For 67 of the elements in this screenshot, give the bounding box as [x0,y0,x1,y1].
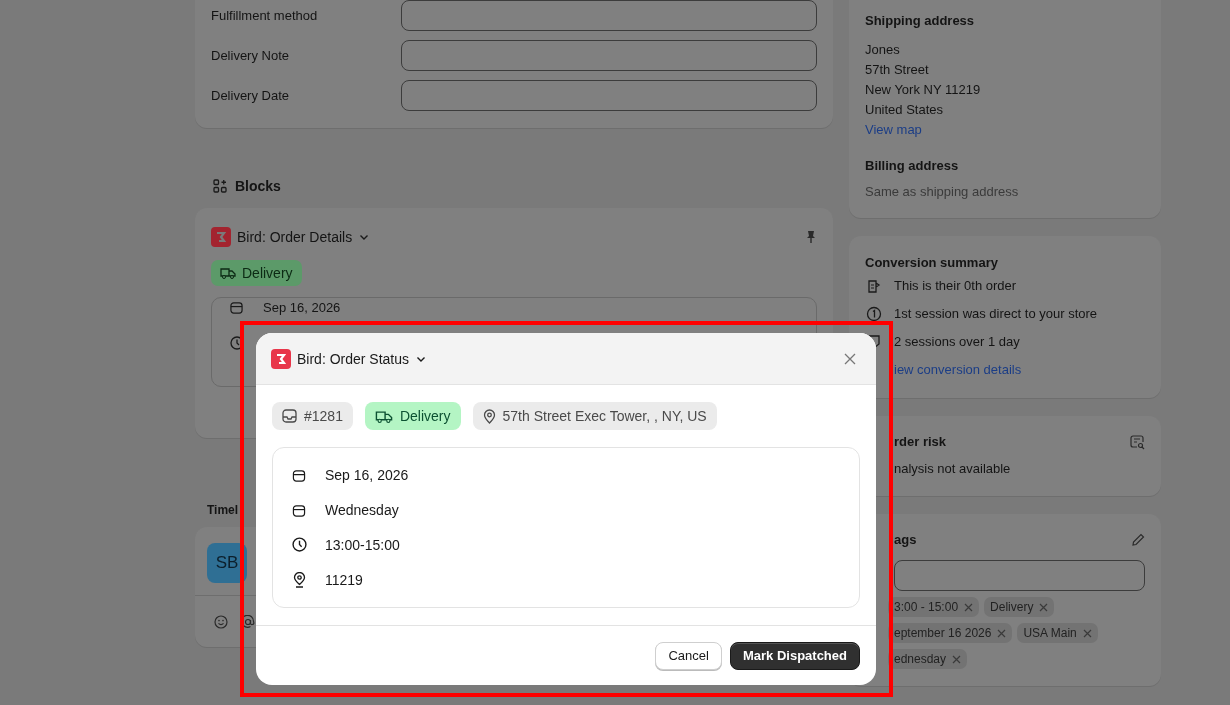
tags-input[interactable] [894,560,1145,591]
detail-text: 11219 [325,571,363,588]
card-heading: Shipping address [865,12,976,30]
detail-text: 13:00-15:00 [325,536,400,553]
tag: ednesday [888,649,968,669]
detail-text: Sep 16, 2026 [325,467,409,484]
remove-icon[interactable] [964,602,974,612]
tag: Delivery [984,597,1055,617]
remove-icon[interactable] [1039,602,1049,612]
order-icon [866,278,882,294]
app-dropdown[interactable]: Bird: Order Status [297,350,410,367]
card-heading: Conversion summary [865,254,999,272]
input-field[interactable] [401,40,817,71]
detail-text: Sep 16, 2026 [263,299,341,315]
inbox-icon [282,409,297,423]
field-label: Delivery Note [211,48,291,63]
blocks-icon [213,179,227,193]
search-icon[interactable] [1130,434,1145,450]
address-line: New York NY 11219 [865,81,982,99]
card-heading: Billing address [865,157,960,175]
mention-icon[interactable] [241,614,255,629]
pencil-icon[interactable] [1131,533,1145,547]
detail-text: Wednesday [325,502,399,519]
remove-icon[interactable] [952,654,962,664]
field-label: Delivery Date [211,88,291,103]
pin-icon[interactable] [805,230,817,244]
mark-dispatched-button[interactable]: Mark Dispatched [729,641,860,670]
location-pin-icon [292,571,306,588]
section-heading: Blocks [235,178,281,194]
clock-icon [291,537,307,553]
delivery-badge: Delivery [211,260,302,286]
input-field[interactable] [401,80,817,111]
input-field[interactable] [401,0,817,31]
calendar-icon [292,503,306,517]
summary-text: 1st session was direct to your store [894,306,1098,322]
calendar-icon [230,300,243,314]
card-heading: rder risk [894,433,947,451]
info-chip: 57th Street Exec Tower, , NY, US [472,402,717,430]
app-logo-icon [211,227,231,247]
remove-icon[interactable] [997,628,1007,638]
info-chip: #1281 [272,402,353,430]
app-logo-icon [271,348,291,369]
card-heading: ags [894,531,917,549]
tag: eptember 16 2026 [888,623,1013,643]
location-pin-icon [482,408,496,424]
truck-icon [374,409,393,423]
calendar-icon [292,468,306,482]
tag: 3:00 - 15:00 [888,597,980,617]
avatar: SB [207,543,247,583]
emoji-icon[interactable] [214,614,228,629]
remove-icon[interactable] [1082,628,1092,638]
truck-icon [220,267,236,279]
close-icon[interactable] [844,352,856,365]
session-icon [866,306,882,322]
info-chip: Delivery [364,402,461,430]
billing-text: Same as shipping address [865,184,1020,199]
summary-text: This is their 0th order [894,278,1017,294]
address-line: Jones [865,41,901,59]
section-heading: Timel [207,502,239,518]
summary-text: 2 sessions over 1 day [894,334,1020,350]
risk-text: nalysis not available [894,461,1012,476]
address-line: United States [865,101,945,119]
tag: USA Main [1017,623,1098,643]
cancel-button[interactable]: Cancel [655,641,722,670]
app-dropdown[interactable]: Bird: Order Details [237,229,353,245]
field-label: Fulfillment method [211,8,319,23]
address-line: 57th Street [865,61,930,79]
